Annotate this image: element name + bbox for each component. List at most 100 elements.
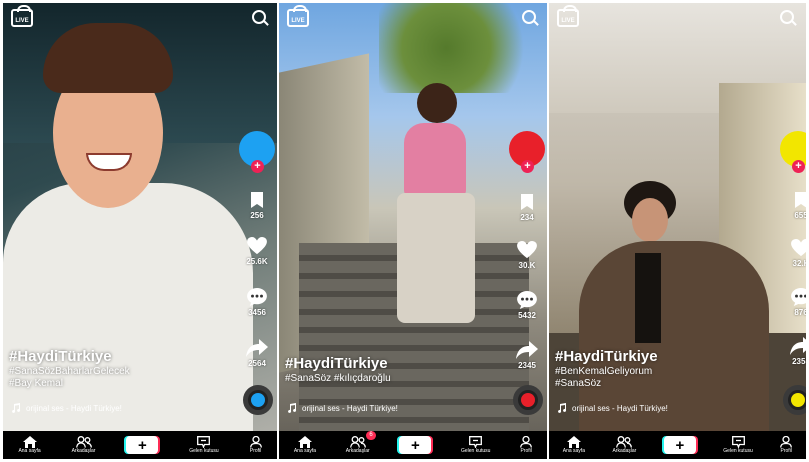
comment-icon: [247, 288, 267, 306]
create-post-button[interactable]: +: [126, 436, 159, 454]
music-disc-center: [251, 393, 265, 407]
nav-home[interactable]: Ana sayfa: [18, 436, 41, 454]
bookmark-button[interactable]: 655: [779, 191, 806, 220]
caption-main-hashtag[interactable]: #HaydiTürkiye: [285, 355, 391, 372]
live-icon[interactable]: LIVE: [557, 5, 579, 27]
music-disc[interactable]: [513, 385, 543, 415]
nav-profile-label: Profil: [249, 448, 262, 454]
music-note-icon: [558, 403, 567, 413]
person-shirt: [3, 183, 253, 459]
nav-friends-label: Arkadaşlar: [345, 448, 370, 454]
comment-button[interactable]: 3456: [235, 288, 277, 317]
bookmark-icon: [251, 192, 263, 208]
friends-notification-badge: 6: [366, 431, 376, 440]
comment-button[interactable]: 5432: [505, 291, 547, 320]
friends-icon: [75, 436, 92, 448]
person-hair: [417, 83, 457, 123]
nav-friends[interactable]: Arkadaşlar: [612, 436, 636, 454]
home-icon: [22, 436, 37, 448]
share-icon: [790, 337, 806, 355]
nav-inbox[interactable]: Gelen kutusu: [723, 436, 753, 454]
music-info[interactable]: orijinal ses - Haydi Türkiye!: [287, 403, 398, 413]
like-count: 30.K: [518, 261, 536, 270]
caption-hashtag-2[interactable]: #SanaSöz #kılıçdaroğlu: [285, 373, 391, 384]
caption-main-hashtag[interactable]: #HaydiTürkiye: [9, 348, 130, 365]
bookmark-button[interactable]: 234: [505, 193, 547, 222]
tiktok-collage: LIVE + 256 25.6K 3456 2564 #HaydiTürkiye…: [0, 0, 809, 462]
nav-inbox[interactable]: Gelen kutusu: [461, 436, 490, 454]
bookmark-count: 234: [520, 213, 534, 222]
caption-hashtag-2[interactable]: #BenKemalGeliyorum: [555, 366, 658, 377]
nav-inbox[interactable]: Gelen kutusu: [189, 436, 219, 454]
nav-friends-label: Arkadaşlar: [71, 448, 96, 454]
heart-icon: [247, 237, 267, 255]
music-title: orijinal ses - Haydi Türkiye!: [572, 403, 668, 413]
heart-icon: [791, 239, 806, 257]
nav-home[interactable]: Ana sayfa: [294, 436, 316, 454]
nav-home[interactable]: Ana sayfa: [563, 436, 585, 454]
like-button[interactable]: 30.K: [505, 241, 547, 270]
follow-plus-icon[interactable]: +: [251, 160, 264, 173]
follow-plus-icon[interactable]: +: [792, 160, 805, 173]
music-disc-center: [521, 393, 535, 407]
nav-profile[interactable]: Profil: [249, 436, 262, 454]
home-icon: [297, 436, 312, 448]
bookmark-count: 655: [794, 211, 806, 220]
person-pink-jacket: [404, 123, 466, 198]
friends-icon: [349, 436, 366, 448]
share-button[interactable]: 2345: [505, 341, 547, 370]
live-icon[interactable]: LIVE: [287, 5, 309, 27]
nav-profile[interactable]: Profil: [780, 436, 793, 454]
person-face: [632, 198, 668, 242]
create-post-button[interactable]: +: [399, 436, 432, 454]
search-icon[interactable]: [522, 10, 536, 24]
caption-main-hashtag[interactable]: #HaydiTürkiye: [555, 348, 658, 365]
video-screen-2[interactable]: LIVE + 234 30.K 5432 2345 #HaydiTürkiye …: [279, 3, 547, 459]
search-icon[interactable]: [252, 10, 266, 24]
comment-icon: [517, 291, 537, 309]
nav-home-label: Ana sayfa: [562, 448, 585, 454]
video-caption: #HaydiTürkiye #SanaSöz #kılıçdaroğlu: [285, 355, 391, 384]
person-shirt: [635, 253, 661, 343]
video-screen-1[interactable]: LIVE + 256 25.6K 3456 2564 #HaydiTürkiye…: [3, 3, 277, 459]
caption-hashtag-3[interactable]: #SanaSöz: [555, 378, 658, 389]
music-disc[interactable]: [783, 385, 806, 415]
share-button[interactable]: 2564: [235, 339, 277, 368]
like-count: 32.K: [792, 259, 806, 268]
share-button[interactable]: 2355: [779, 337, 806, 366]
music-note-icon: [12, 403, 21, 413]
home-icon: [566, 436, 581, 448]
live-icon[interactable]: LIVE: [11, 5, 33, 27]
video-caption: #HaydiTürkiye #BenKemalGeliyorum #SanaSö…: [555, 348, 658, 389]
bookmark-count: 256: [250, 211, 264, 220]
comment-count: 876: [794, 308, 806, 317]
nav-inbox-label: Gelen kutusu: [189, 448, 219, 454]
comment-icon: [791, 288, 806, 306]
share-count: 2345: [518, 361, 536, 370]
nav-friends[interactable]: Arkadaşlar: [71, 436, 96, 454]
caption-hashtag-3[interactable]: #Bay Kemal: [9, 378, 130, 389]
music-title: orijinal ses - Haydi Türkiye!: [302, 403, 398, 413]
comment-button[interactable]: 876: [779, 288, 806, 317]
follow-plus-icon[interactable]: +: [521, 160, 534, 173]
bottom-navigation: Ana sayfa Arkadaşlar + Gelen kutusu Prof…: [3, 431, 277, 459]
search-icon[interactable]: [780, 10, 794, 24]
nav-profile[interactable]: Profil: [520, 436, 533, 454]
caption-hashtag-2[interactable]: #SanaSözBaharlarGelecek: [9, 366, 130, 377]
music-info[interactable]: orijinal ses - Haydi Türkiye!: [11, 403, 122, 413]
video-screen-3[interactable]: LIVE + 655 32.K 876 2355 #HaydiTürkiye #…: [549, 3, 806, 459]
music-info[interactable]: orijinal ses - Haydi Türkiye!: [557, 403, 668, 413]
nav-friends-label: Arkadaşlar: [612, 448, 637, 454]
nav-profile-label: Profil: [520, 448, 532, 454]
nav-friends[interactable]: 6 Arkadaşlar: [345, 431, 376, 454]
music-disc[interactable]: [243, 385, 273, 415]
profile-icon: [249, 436, 262, 448]
inbox-icon: [731, 436, 745, 448]
nav-profile-label: Profil: [780, 448, 792, 454]
bookmark-button[interactable]: 256: [235, 191, 277, 220]
bookmark-icon: [795, 192, 806, 208]
like-button[interactable]: 32.K: [779, 239, 806, 268]
nav-inbox-label: Gelen kutusu: [723, 448, 753, 454]
create-post-button[interactable]: +: [663, 436, 696, 454]
like-button[interactable]: 25.6K: [235, 237, 277, 266]
